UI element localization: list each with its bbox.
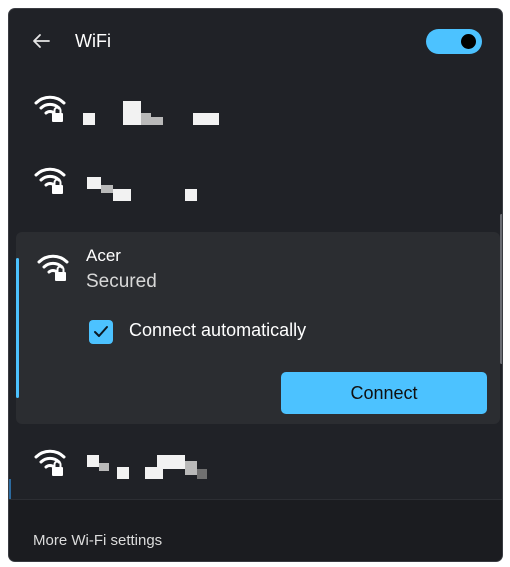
redacted-name xyxy=(113,189,131,201)
redacted-name xyxy=(123,101,141,125)
redacted-name xyxy=(99,463,109,471)
network-status: Secured xyxy=(86,271,157,292)
back-arrow-icon[interactable] xyxy=(29,29,53,53)
toggle-knob xyxy=(461,34,476,49)
redacted-name xyxy=(117,467,129,479)
network-item-expanded[interactable]: Acer Secured Connect automatically Conne… xyxy=(16,232,500,424)
connect-automatically-label[interactable]: Connect automatically xyxy=(129,320,306,341)
connect-button[interactable]: Connect xyxy=(281,372,487,414)
more-wifi-settings-link[interactable]: More Wi-Fi settings xyxy=(33,532,162,549)
redacted-name xyxy=(87,455,99,467)
wifi-secured-icon xyxy=(33,163,67,197)
redacted-name xyxy=(83,113,95,125)
wifi-secured-icon xyxy=(33,445,67,479)
redacted-name xyxy=(185,189,197,201)
network-ssid: Acer xyxy=(86,246,121,265)
redacted-name xyxy=(101,185,113,193)
wifi-secured-icon xyxy=(36,250,70,284)
header: WiFi xyxy=(9,9,502,73)
scrollbar[interactable] xyxy=(500,214,502,364)
redacted-name xyxy=(87,177,101,189)
wifi-secured-icon xyxy=(33,91,67,125)
footer: More Wi-Fi settings xyxy=(9,499,502,561)
redacted-name xyxy=(193,113,219,125)
network-item[interactable] xyxy=(23,87,493,143)
redacted-name xyxy=(185,461,197,475)
network-item[interactable] xyxy=(23,159,493,215)
connect-automatically-checkbox[interactable] xyxy=(89,320,113,344)
network-item[interactable] xyxy=(23,441,493,497)
page-title: WiFi xyxy=(75,31,111,51)
wifi-toggle[interactable] xyxy=(426,29,482,54)
wifi-flyout: WiFi Acer Secured Connect automatically … xyxy=(9,9,502,561)
redacted-name xyxy=(151,117,163,125)
redacted-name xyxy=(141,113,151,125)
redacted-name xyxy=(197,469,207,479)
redacted-name xyxy=(157,455,185,469)
selection-indicator xyxy=(16,258,19,398)
